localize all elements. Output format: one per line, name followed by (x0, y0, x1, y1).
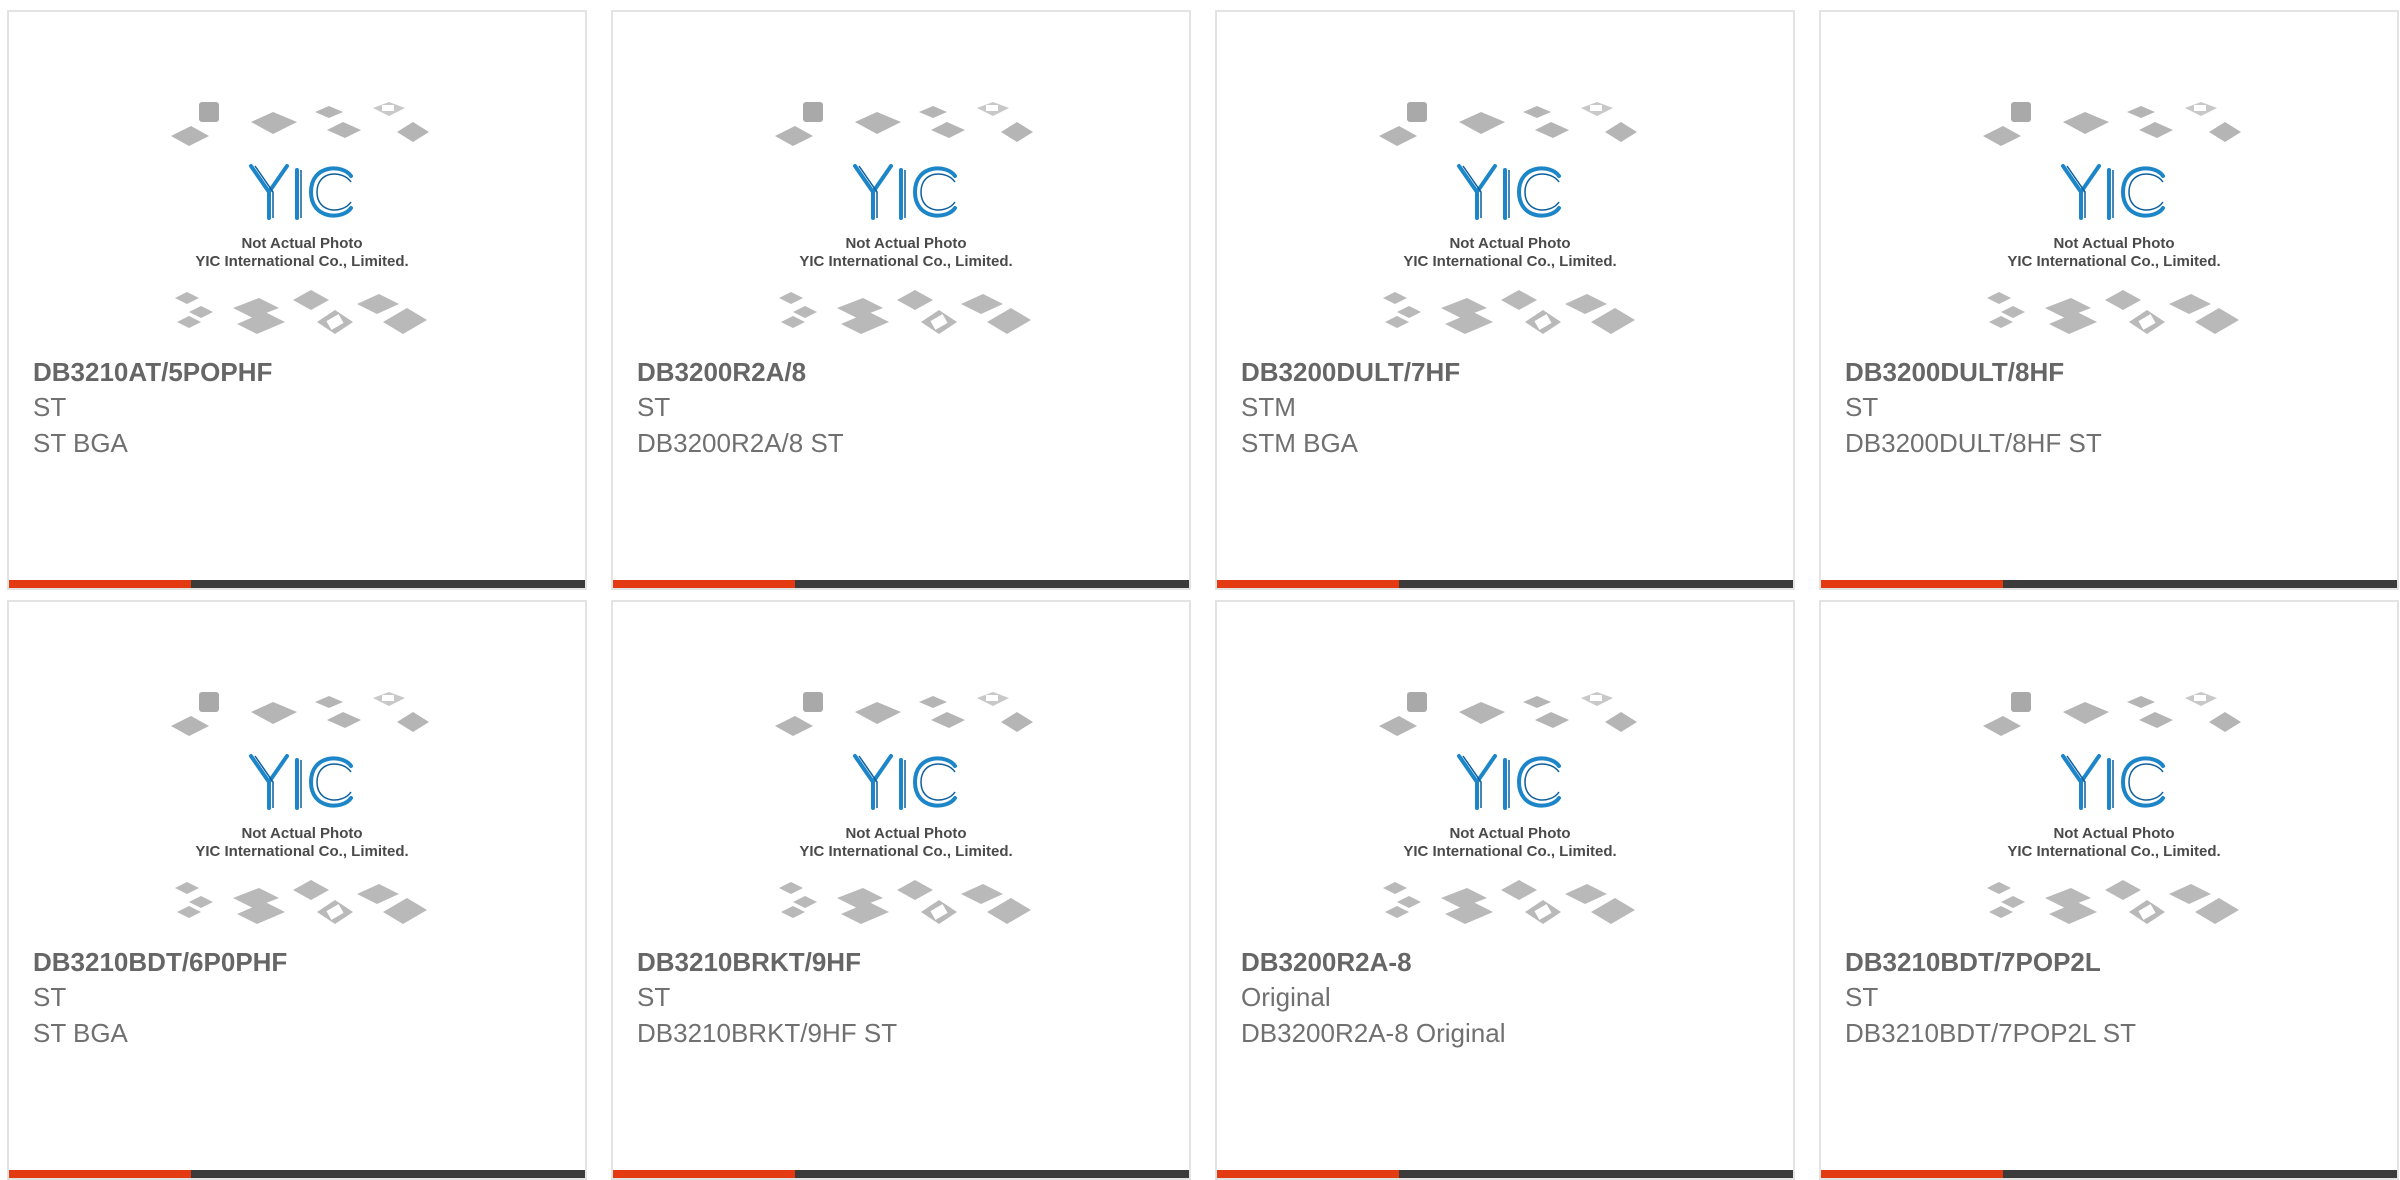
product-placeholder-image[interactable]: Not Actual Photo YIC International Co., … (1375, 690, 1645, 940)
card-bottom-bar (613, 580, 1189, 588)
svg-text:YIC International Co., Limited: YIC International Co., Limited. (195, 253, 408, 270)
product-card[interactable]: Not Actual Photo YIC International Co., … (1215, 10, 1795, 590)
product-card[interactable]: Not Actual Photo YIC International Co., … (1215, 600, 1795, 1180)
product-placeholder-image[interactable]: Not Actual Photo YIC International Co., … (1979, 690, 2249, 940)
manufacturer-text: ST (33, 392, 67, 422)
product-card[interactable]: Not Actual Photo YIC International Co., … (1819, 10, 2399, 590)
product-placeholder-image[interactable]: Not Actual Photo YIC International Co., … (771, 100, 1041, 350)
card-accent-bar (9, 580, 191, 588)
part-number-link[interactable]: DB3200R2A/8 (637, 355, 1169, 389)
card-accent-bar (613, 1170, 795, 1178)
product-placeholder-image[interactable]: Not Actual Photo YIC International Co., … (771, 690, 1041, 940)
card-bottom-bar (9, 580, 585, 588)
card-accent-bar (9, 1170, 191, 1178)
svg-text:YIC International Co., Limited: YIC International Co., Limited. (2007, 253, 2220, 270)
description-text: STM BGA (1241, 428, 1359, 458)
card-bottom-bar (1821, 580, 2397, 588)
manufacturer-text: Original (1241, 982, 1331, 1012)
svg-text:Not Actual Photo: Not Actual Photo (241, 235, 362, 252)
card-bottom-bar (613, 1170, 1189, 1178)
product-card[interactable]: Not Actual Photo YIC International Co., … (611, 10, 1191, 590)
manufacturer-text: ST (1845, 392, 1879, 422)
part-number-link[interactable]: DB3210AT/5POPHF (33, 355, 565, 389)
product-grid: Not Actual Photo YIC International Co., … (7, 10, 2399, 1180)
part-number-link[interactable]: DB3200R2A-8 (1241, 945, 1773, 979)
part-number-link[interactable]: DB3200DULT/7HF (1241, 355, 1773, 389)
description-text: DB3200R2A/8 ST (637, 428, 844, 458)
svg-text:YIC International Co., Limited: YIC International Co., Limited. (799, 843, 1012, 860)
manufacturer-text: ST (1845, 982, 1879, 1012)
description-text: ST BGA (33, 1018, 128, 1048)
product-placeholder-image[interactable]: Not Actual Photo YIC International Co., … (167, 100, 437, 350)
description-text: DB3200DULT/8HF ST (1845, 428, 2102, 458)
product-card[interactable]: Not Actual Photo YIC International Co., … (1819, 600, 2399, 1180)
part-number-link[interactable]: DB3210BDT/6P0PHF (33, 945, 565, 979)
svg-text:Not Actual Photo: Not Actual Photo (241, 825, 362, 842)
card-accent-bar (613, 580, 795, 588)
card-bottom-bar (1217, 1170, 1793, 1178)
card-accent-bar (1821, 580, 2003, 588)
description-text: ST BGA (33, 428, 128, 458)
part-number-link[interactable]: DB3210BDT/7POP2L (1845, 945, 2377, 979)
card-accent-bar (1217, 580, 1399, 588)
card-bottom-bar (1217, 580, 1793, 588)
card-bottom-bar (1821, 1170, 2397, 1178)
svg-text:YIC International Co., Limited: YIC International Co., Limited. (1403, 843, 1616, 860)
card-bottom-bar (9, 1170, 585, 1178)
manufacturer-text: ST (637, 982, 671, 1012)
part-number-link[interactable]: DB3200DULT/8HF (1845, 355, 2377, 389)
svg-text:YIC International Co., Limited: YIC International Co., Limited. (799, 253, 1012, 270)
product-placeholder-image[interactable]: Not Actual Photo YIC International Co., … (167, 690, 437, 940)
manufacturer-text: ST (33, 982, 67, 1012)
svg-text:YIC International Co., Limited: YIC International Co., Limited. (2007, 843, 2220, 860)
product-card[interactable]: Not Actual Photo YIC International Co., … (7, 600, 587, 1180)
svg-text:YIC International Co., Limited: YIC International Co., Limited. (195, 843, 408, 860)
product-card[interactable]: Not Actual Photo YIC International Co., … (611, 600, 1191, 1180)
product-card[interactable]: Not Actual Photo YIC International Co., … (7, 10, 587, 590)
svg-text:Not Actual Photo: Not Actual Photo (2053, 825, 2174, 842)
manufacturer-text: STM (1241, 392, 1296, 422)
product-placeholder-image[interactable]: Not Actual Photo YIC International Co., … (1979, 100, 2249, 350)
svg-text:Not Actual Photo: Not Actual Photo (1449, 825, 1570, 842)
product-placeholder-image[interactable]: Not Actual Photo YIC International Co., … (1375, 100, 1645, 350)
card-accent-bar (1821, 1170, 2003, 1178)
svg-text:Not Actual Photo: Not Actual Photo (1449, 235, 1570, 252)
part-number-link[interactable]: DB3210BRKT/9HF (637, 945, 1169, 979)
svg-text:Not Actual Photo: Not Actual Photo (845, 235, 966, 252)
svg-text:YIC International Co., Limited: YIC International Co., Limited. (1403, 253, 1616, 270)
svg-text:Not Actual Photo: Not Actual Photo (845, 825, 966, 842)
description-text: DB3210BDT/7POP2L ST (1845, 1018, 2136, 1048)
description-text: DB3210BRKT/9HF ST (637, 1018, 898, 1048)
manufacturer-text: ST (637, 392, 671, 422)
card-accent-bar (1217, 1170, 1399, 1178)
description-text: DB3200R2A-8 Original (1241, 1018, 1506, 1048)
svg-text:Not Actual Photo: Not Actual Photo (2053, 235, 2174, 252)
